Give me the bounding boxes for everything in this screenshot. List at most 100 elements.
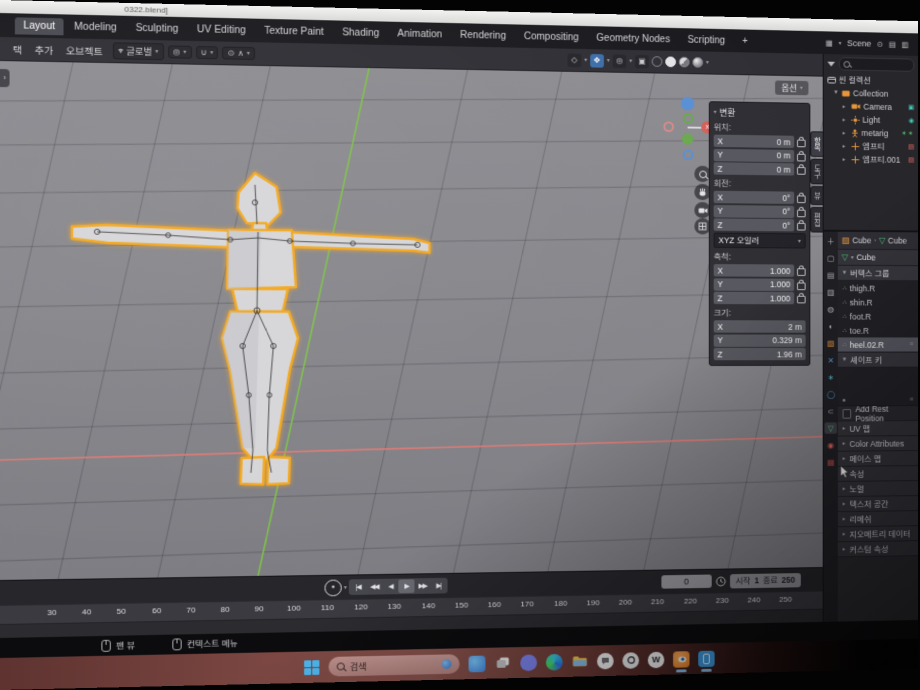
- edge-app-icon[interactable]: [546, 653, 563, 670]
- start-frame-field[interactable]: 1: [754, 576, 759, 586]
- overlays-toggle[interactable]: ◎: [613, 54, 627, 68]
- start-button[interactable]: [304, 660, 319, 675]
- gizmo-axis-x-minus[interactable]: [663, 121, 674, 132]
- vertex-groups-panel-header[interactable]: ▼ 버텍스 그룹: [838, 266, 918, 281]
- breadcrumb-data[interactable]: Cube: [888, 236, 907, 246]
- workspace-tab-layout[interactable]: Layout: [15, 17, 64, 35]
- lock-icon[interactable]: [797, 153, 806, 161]
- scale-x-field[interactable]: X1.000: [714, 264, 795, 277]
- tab-constraints[interactable]: ⊂: [825, 405, 837, 416]
- panel-geometry-data[interactable]: ▸지오메트리 데이터: [838, 526, 918, 542]
- tab-tool[interactable]: ＋: [825, 235, 837, 246]
- npanel-tab-view[interactable]: 뷰: [810, 186, 823, 205]
- rotation-x-field[interactable]: X0°: [714, 191, 795, 204]
- lock-icon[interactable]: [797, 268, 806, 276]
- menu-object[interactable]: 오브젝트: [60, 41, 109, 60]
- location-z-field[interactable]: Z0 m: [714, 162, 795, 175]
- scale-z-field[interactable]: Z1.000: [714, 292, 795, 305]
- vertex-group-row[interactable]: ∴shin.R: [838, 295, 918, 309]
- workspace-tab-shading[interactable]: Shading: [334, 24, 387, 42]
- pivot-point-dropdown[interactable]: ◎ ▾: [168, 45, 192, 58]
- menu-add[interactable]: 추가: [28, 40, 59, 59]
- workspace-tab-rendering[interactable]: Rendering: [452, 26, 514, 44]
- tab-scene[interactable]: ◍: [825, 303, 837, 314]
- add-workspace-button[interactable]: +: [735, 33, 756, 50]
- list-menu-icon[interactable]: ≡: [909, 341, 913, 348]
- shape-keys-list[interactable]: ≡: [838, 368, 918, 407]
- phone-link-app-icon[interactable]: [698, 650, 714, 667]
- vertex-group-row[interactable]: ∴thigh.R: [838, 281, 918, 295]
- workspace-tab-modeling[interactable]: Modeling: [66, 18, 125, 36]
- tab-object[interactable]: ▧: [825, 337, 837, 348]
- rotation-y-field[interactable]: Y0°: [714, 205, 795, 218]
- light-data-badge[interactable]: ◉: [908, 117, 914, 125]
- shading-solid-button[interactable]: [665, 56, 676, 67]
- tab-world[interactable]: ◐: [825, 320, 837, 331]
- panel-custom-properties[interactable]: ▸커스텀 속성: [838, 541, 918, 557]
- dimensions-z-field[interactable]: Z1.96 m: [714, 348, 806, 360]
- npanel-tab-edit[interactable]: 편집: [810, 206, 823, 232]
- previous-keyframe-button[interactable]: ◀◀: [366, 580, 382, 594]
- rotation-z-field[interactable]: Z0°: [714, 218, 795, 231]
- tab-material[interactable]: ◉: [825, 439, 837, 450]
- workspace-tab-texture-paint[interactable]: Texture Paint: [256, 22, 332, 40]
- task-view-icon[interactable]: [494, 655, 511, 672]
- outliner-row-empty[interactable]: ▸ 엠프티 ▨: [824, 139, 918, 154]
- tab-output[interactable]: ▤: [825, 269, 837, 280]
- tab-texture[interactable]: ▦: [825, 456, 837, 467]
- object-visibility-dropdown[interactable]: ◇: [568, 53, 582, 67]
- npanel-tab-tool[interactable]: 도구: [810, 159, 823, 185]
- location-x-field[interactable]: X0 m: [714, 135, 795, 149]
- outliner-search-input[interactable]: [839, 57, 914, 72]
- empty-data-badge[interactable]: ▨: [908, 143, 914, 151]
- data-name-field[interactable]: ▽ ▾ Cube: [838, 250, 918, 266]
- location-y-field[interactable]: Y0 m: [714, 148, 795, 161]
- vertex-group-row[interactable]: ∴toe.R: [838, 323, 918, 337]
- pose-mode-badge[interactable]: ✶✶: [901, 130, 914, 138]
- toolbar-expand-tab[interactable]: ›: [0, 69, 10, 87]
- workspace-tab-geometry-nodes[interactable]: Geometry Nodes: [589, 29, 678, 47]
- shading-material-button[interactable]: [679, 57, 690, 68]
- lock-icon[interactable]: [797, 282, 806, 290]
- lock-icon[interactable]: [797, 140, 806, 148]
- shading-rendered-button[interactable]: [692, 57, 703, 68]
- play-button[interactable]: ▶: [398, 579, 414, 593]
- workspace-tab-scripting[interactable]: Scripting: [680, 31, 733, 48]
- proportional-editing-dropdown[interactable]: ⊙ ∧ ▾: [222, 47, 255, 60]
- panel-normals[interactable]: ▸노멀: [838, 481, 918, 497]
- snapping-dropdown[interactable]: ∪ ▾: [196, 46, 219, 59]
- breadcrumb-object[interactable]: Cube: [852, 236, 871, 246]
- taskbar-search-input[interactable]: 검색: [329, 654, 460, 676]
- jump-to-start-button[interactable]: |◀: [350, 580, 366, 594]
- viewport-options-dropdown[interactable]: 옵션 ▾: [775, 81, 808, 96]
- gizmo-axis-z-plus[interactable]: [681, 97, 695, 111]
- play-reverse-button[interactable]: ◀: [382, 580, 398, 594]
- transform-orientation-dropdown[interactable]: ⌖ 글로벌 ▾: [113, 42, 163, 60]
- obs-app-icon[interactable]: [622, 652, 639, 669]
- widgets-app-icon[interactable]: [469, 655, 486, 672]
- dimensions-y-field[interactable]: Y0.329 m: [714, 334, 806, 346]
- current-frame-field[interactable]: 0: [661, 575, 711, 589]
- next-keyframe-button[interactable]: ▶▶: [414, 579, 430, 593]
- gizmo-axis-y-minus[interactable]: [683, 113, 694, 124]
- view-layer-icon[interactable]: ▥: [901, 40, 908, 49]
- camera-data-badge[interactable]: ▣: [908, 104, 914, 112]
- transform-panel-title[interactable]: 변환: [719, 106, 735, 119]
- jump-to-end-button[interactable]: ▶|: [431, 579, 447, 593]
- panel-face-maps[interactable]: ▸페이스 맵: [838, 451, 918, 467]
- gizmos-toggle[interactable]: ✥: [590, 54, 604, 68]
- shape-keys-panel-header[interactable]: ▼ 셰이프 키: [838, 353, 918, 368]
- xray-toggle[interactable]: ▣: [635, 54, 649, 68]
- filter-icon[interactable]: [828, 61, 836, 66]
- gizmo-axis-y-plus[interactable]: [682, 133, 694, 145]
- list-resize-grip[interactable]: ≡: [909, 397, 913, 404]
- end-frame-field[interactable]: 250: [782, 575, 796, 585]
- vertex-group-row[interactable]: ∴foot.R: [838, 309, 918, 323]
- shading-wireframe-button[interactable]: [652, 56, 663, 67]
- lock-icon[interactable]: [797, 195, 806, 203]
- 3d-viewport[interactable]: › 옵션 ▾ X: [0, 61, 824, 580]
- tab-modifiers[interactable]: ✕: [825, 354, 837, 365]
- npanel-tab-item[interactable]: 항목: [810, 131, 823, 157]
- tab-view-layer[interactable]: ▥: [825, 286, 837, 297]
- lock-icon[interactable]: [797, 223, 806, 231]
